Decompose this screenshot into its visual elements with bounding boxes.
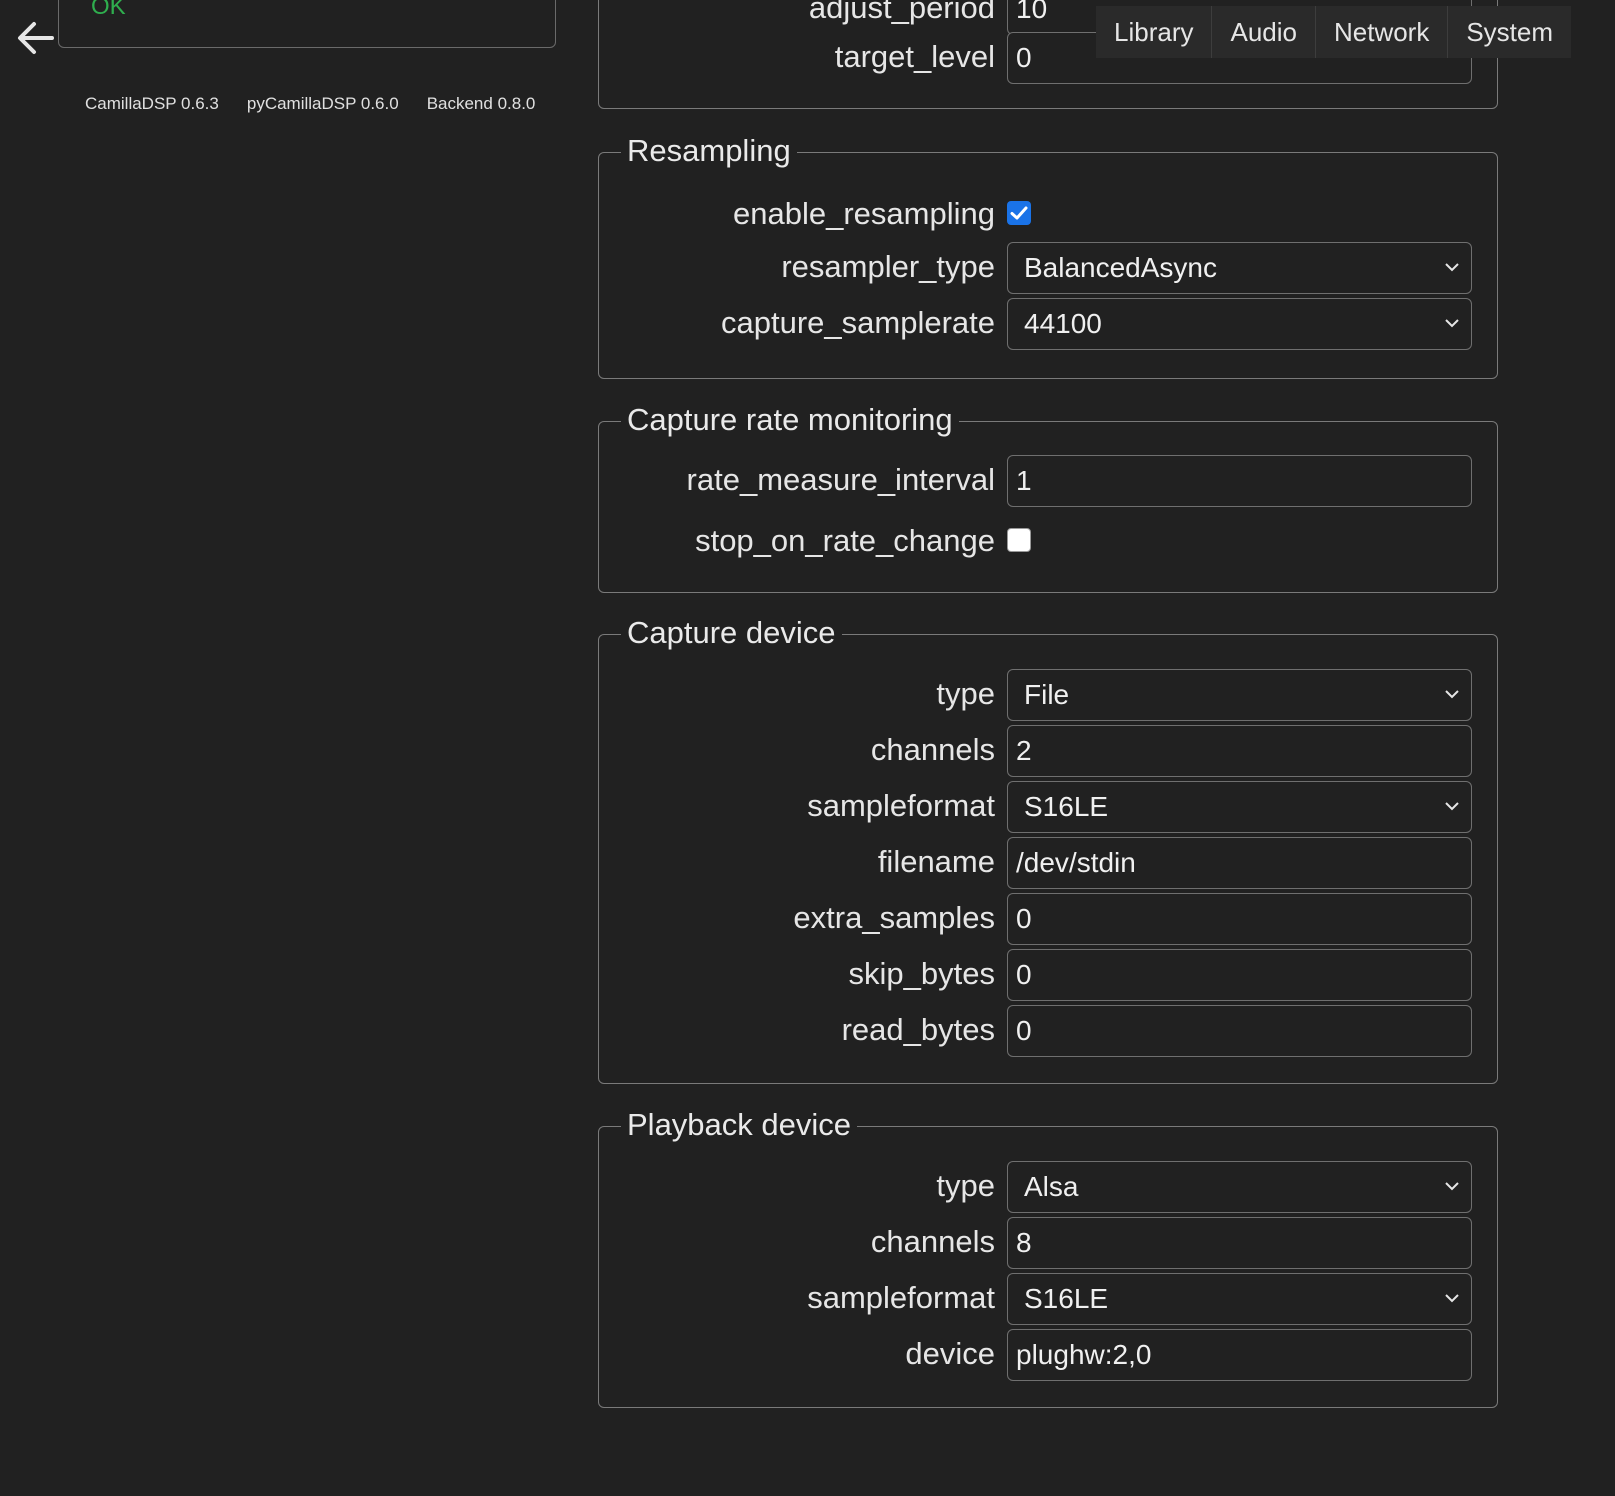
chevron-down-icon [1445,1294,1459,1303]
backend-version: Backend 0.8.0 [426,94,536,113]
tab-network[interactable]: Network [1315,6,1449,58]
tab-audio[interactable]: Audio [1212,6,1316,58]
rate-measure-interval-label: rate_measure_interval [686,462,995,497]
rate-measure-interval-input[interactable]: 1 [1007,455,1472,507]
capture-read-bytes-row: read_bytes 0 [599,1003,1497,1057]
camilladsp-version: CamillaDSP 0.6.3 [85,94,219,113]
pycamilladsp-version: pyCamillaDSP 0.6.0 [246,94,399,113]
capture-type-label: type [936,676,995,711]
capture-extra-samples-row: extra_samples 0 [599,891,1497,945]
target-level-label: target_level [834,39,995,74]
capture-extra-samples-input[interactable]: 0 [1007,893,1472,945]
rate-monitoring-title: Capture rate monitoring [621,402,959,438]
capture-sampleformat-label: sampleformat [807,788,995,823]
version-info: CamillaDSP 0.6.3 pyCamillaDSP 0.6.0 Back… [85,94,535,114]
playback-device-label: device [905,1336,995,1371]
capture-sampleformat-select[interactable]: S16LE [1007,781,1472,833]
stop-on-rate-change-row: stop_on_rate_change [599,514,1497,568]
capture-skip-bytes-label: skip_bytes [848,956,995,991]
chevron-down-icon [1445,690,1459,699]
stop-on-rate-change-checkbox[interactable] [1007,528,1031,552]
playback-type-value: Alsa [1024,1171,1079,1202]
settings-page: OK CamillaDSP 0.6.3 pyCamillaDSP 0.6.0 B… [0,0,1615,1496]
status-text: OK [91,0,126,20]
playback-device-section: Playback device type Alsa channels 8 sam… [598,1107,1498,1408]
capture-filename-row: filename /dev/stdin [599,835,1497,889]
enable-resampling-row: enable_resampling [599,187,1497,241]
playback-channels-row: channels 8 [599,1215,1497,1269]
resampler-type-select[interactable]: BalancedAsync [1007,242,1472,294]
tab-system[interactable]: System [1448,6,1572,58]
capture-channels-input[interactable]: 2 [1007,725,1472,777]
capture-filename-input[interactable]: /dev/stdin [1007,837,1472,889]
capture-read-bytes-label: read_bytes [841,1012,995,1047]
playback-sampleformat-row: sampleformat S16LE [599,1271,1497,1325]
rate-measure-interval-row: rate_measure_interval 1 [599,453,1497,507]
capture-skip-bytes-input[interactable]: 0 [1007,949,1472,1001]
capture-extra-samples-label: extra_samples [793,900,995,935]
playback-device-row: device plughw:2,0 [599,1327,1497,1381]
playback-sampleformat-label: sampleformat [807,1280,995,1315]
capture-type-row: type File [599,667,1497,721]
playback-type-row: type Alsa [599,1159,1497,1213]
playback-device-input[interactable]: plughw:2,0 [1007,1329,1472,1381]
tab-library[interactable]: Library [1096,6,1213,58]
capture-samplerate-row: capture_samplerate 44100 [599,296,1497,350]
playback-type-select[interactable]: Alsa [1007,1161,1472,1213]
resampler-type-value: BalancedAsync [1024,252,1218,283]
enable-resampling-checkbox[interactable] [1007,201,1031,225]
checkmark-icon [1010,206,1028,220]
capture-channels-label: channels [870,732,995,767]
playback-channels-label: channels [870,1224,995,1259]
status-box: OK [58,0,556,48]
capture-samplerate-value: 44100 [1024,308,1102,339]
playback-channels-input[interactable]: 8 [1007,1217,1472,1269]
chevron-down-icon [1445,319,1459,328]
capture-device-section: Capture device type File channels 2 samp… [598,615,1498,1084]
capture-read-bytes-input[interactable]: 0 [1007,1005,1472,1057]
rate-monitoring-section: Capture rate monitoring rate_measure_int… [598,402,1498,593]
resampler-type-row: resampler_type BalancedAsync [599,240,1497,294]
playback-sampleformat-select[interactable]: S16LE [1007,1273,1472,1325]
capture-sampleformat-value: S16LE [1024,791,1109,822]
capture-skip-bytes-row: skip_bytes 0 [599,947,1497,1001]
capture-type-select[interactable]: File [1007,669,1472,721]
playback-type-label: type [936,1168,995,1203]
capture-filename-label: filename [877,844,995,879]
enable-resampling-label: enable_resampling [733,196,995,231]
playback-device-title: Playback device [621,1107,858,1143]
capture-samplerate-label: capture_samplerate [721,305,995,340]
top-tabs: Library Audio Network System [1096,6,1572,58]
capture-type-value: File [1024,679,1070,710]
capture-device-title: Capture device [621,615,842,651]
capture-sampleformat-row: sampleformat S16LE [599,779,1497,833]
resampling-title: Resampling [621,133,797,169]
playback-sampleformat-value: S16LE [1024,1283,1109,1314]
resampler-type-label: resampler_type [781,249,995,284]
stop-on-rate-change-label: stop_on_rate_change [695,523,995,558]
chevron-down-icon [1445,1182,1459,1191]
resampling-section: Resampling enable_resampling resampler_t… [598,133,1498,379]
chevron-down-icon [1445,263,1459,272]
back-arrow-icon[interactable] [14,16,58,60]
chevron-down-icon [1445,802,1459,811]
capture-samplerate-select[interactable]: 44100 [1007,298,1472,350]
capture-channels-row: channels 2 [599,723,1497,777]
